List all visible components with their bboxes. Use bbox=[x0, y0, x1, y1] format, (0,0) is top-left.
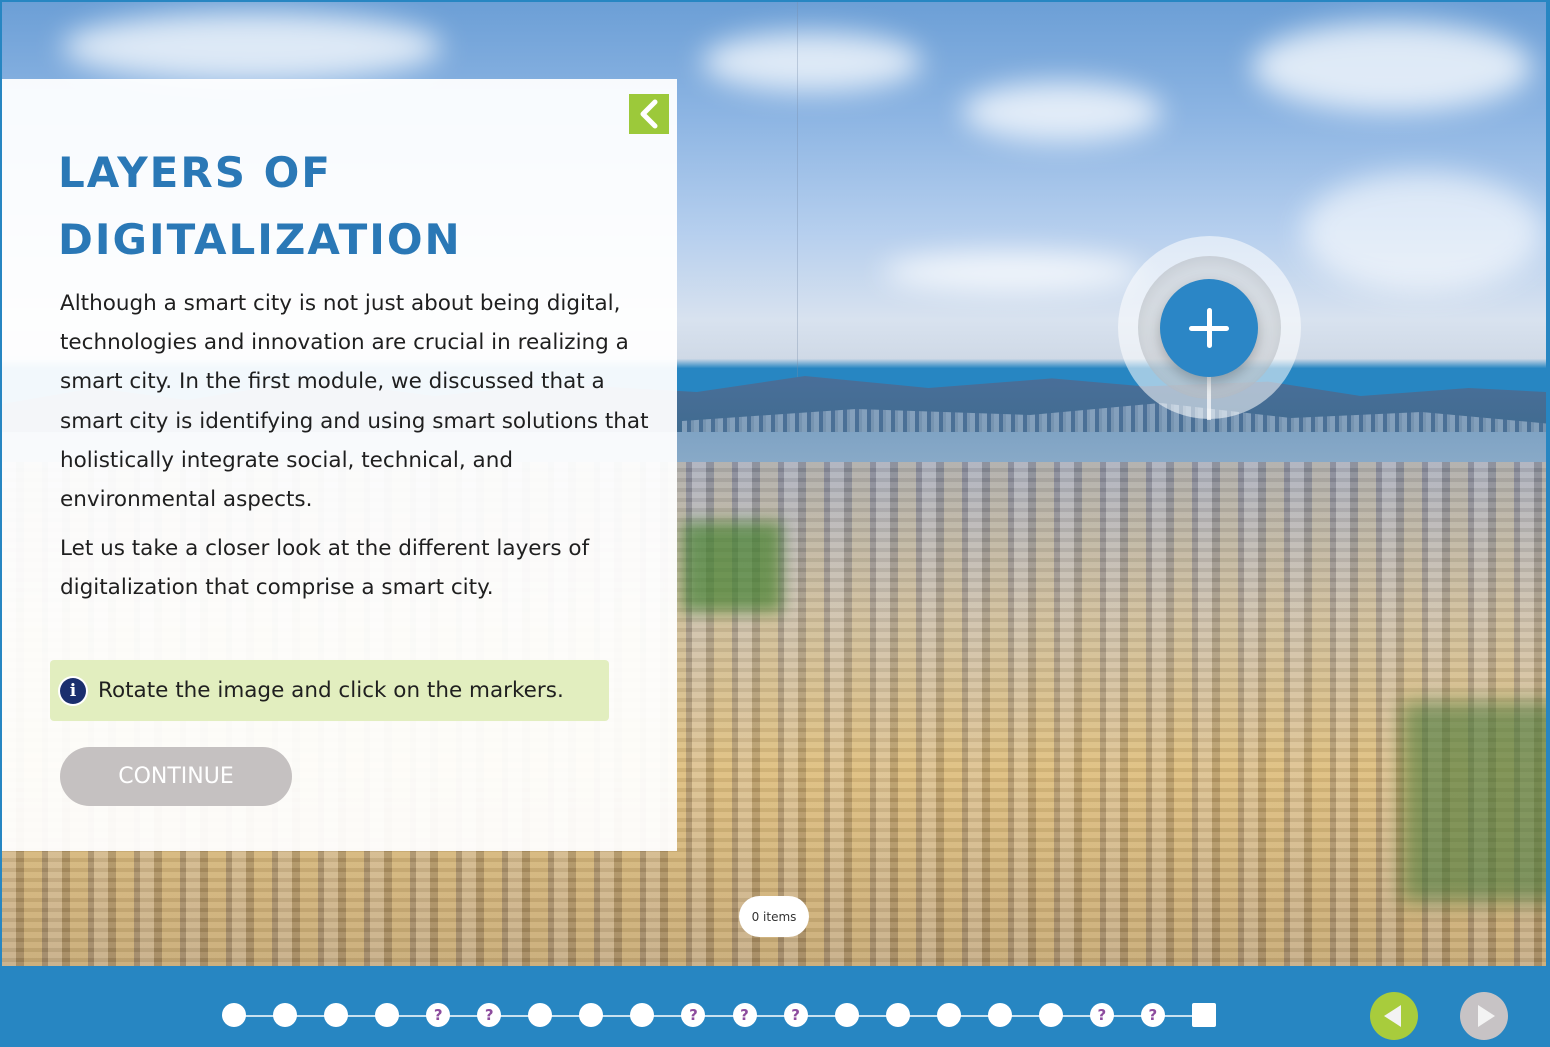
question-mark-icon: ? bbox=[689, 1006, 698, 1024]
progress-step[interactable] bbox=[936, 1003, 961, 1027]
progress-step[interactable] bbox=[987, 1003, 1012, 1027]
progress-step[interactable] bbox=[1038, 1003, 1063, 1027]
question-mark-icon: ? bbox=[791, 1006, 800, 1024]
progress-step[interactable] bbox=[222, 1003, 246, 1027]
greenery bbox=[1402, 702, 1546, 902]
progress-step[interactable] bbox=[375, 1003, 400, 1027]
continue-button[interactable]: CONTINUE bbox=[60, 747, 292, 806]
hotspot-pin bbox=[1207, 370, 1211, 420]
paragraph: Let us take a closer look at the differe… bbox=[60, 536, 590, 601]
triangle-left-icon bbox=[1383, 1005, 1401, 1027]
title-line-2: DIGITALIZATION bbox=[58, 215, 462, 264]
collapse-panel-button[interactable] bbox=[629, 94, 669, 134]
title-line-1: LAYERS OF bbox=[58, 148, 332, 197]
hint-text: Rotate the image and click on the marker… bbox=[98, 678, 564, 703]
progress-step[interactable] bbox=[273, 1003, 298, 1027]
panorama-seam bbox=[797, 2, 798, 422]
page-title: LAYERS OF DIGITALIZATION bbox=[58, 139, 598, 273]
progress-step[interactable] bbox=[324, 1003, 349, 1027]
progress-step-quiz[interactable]: ? bbox=[783, 1003, 808, 1027]
progress-step[interactable] bbox=[885, 1003, 910, 1027]
info-panel: LAYERS OF DIGITALIZATION Although a smar… bbox=[2, 79, 677, 851]
paragraph: Although a smart city is not just about … bbox=[60, 291, 649, 513]
progress-step-quiz[interactable]: ? bbox=[1089, 1003, 1114, 1027]
cloud bbox=[702, 32, 922, 92]
question-mark-icon: ? bbox=[1148, 1006, 1158, 1024]
info-icon: i bbox=[60, 677, 86, 704]
cloud bbox=[1302, 172, 1542, 292]
progress-step[interactable] bbox=[834, 1003, 859, 1027]
progress-step-quiz[interactable]: ? bbox=[732, 1003, 757, 1027]
triangle-right-icon bbox=[1477, 1005, 1495, 1027]
items-counter-badge: 0 items bbox=[739, 896, 809, 937]
cloud bbox=[882, 252, 1142, 292]
body-text: Although a smart city is not just about … bbox=[60, 284, 650, 618]
question-mark-icon: ? bbox=[1097, 1006, 1107, 1024]
cloud bbox=[1252, 22, 1532, 112]
question-mark-icon: ? bbox=[484, 1006, 494, 1024]
greenery bbox=[682, 522, 782, 612]
question-mark-icon: ? bbox=[433, 1006, 443, 1024]
progress-step-end[interactable] bbox=[1191, 1003, 1216, 1027]
progress-step-quiz[interactable]: ? bbox=[426, 1003, 451, 1027]
chevron-left-icon bbox=[640, 99, 658, 129]
question-mark-icon: ? bbox=[740, 1006, 749, 1024]
instruction-hint: i Rotate the image and click on the mark… bbox=[50, 660, 609, 721]
progress-step-quiz[interactable]: ? bbox=[1140, 1003, 1165, 1027]
cloud bbox=[62, 12, 442, 82]
plus-icon-stem bbox=[1206, 308, 1212, 348]
previous-button[interactable] bbox=[1370, 992, 1418, 1040]
next-button[interactable] bbox=[1460, 992, 1508, 1040]
cloud bbox=[962, 82, 1162, 142]
hotspot-marker[interactable] bbox=[1160, 279, 1258, 377]
